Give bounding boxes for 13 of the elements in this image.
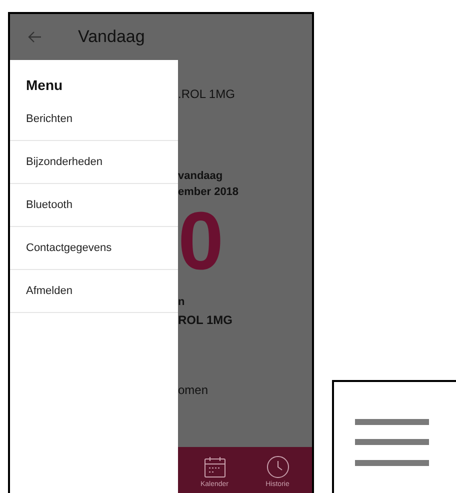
content-text: omen: [178, 382, 210, 398]
content-text: .ROL 1MG: [178, 86, 236, 102]
count-number: 0: [178, 202, 225, 282]
content-text: ember 2018: [178, 185, 240, 200]
content-text: ROL 1MG: [178, 312, 234, 328]
clock-icon: [266, 455, 290, 479]
calendar-icon: [202, 455, 226, 479]
content-text: vandaag: [178, 169, 224, 184]
back-arrow-icon[interactable]: [28, 31, 42, 43]
drawer-title: Menu: [25, 76, 64, 95]
screen-title: Vandaag: [78, 27, 145, 47]
content-text: n: [178, 295, 186, 310]
menu-icon[interactable]: [355, 419, 429, 467]
